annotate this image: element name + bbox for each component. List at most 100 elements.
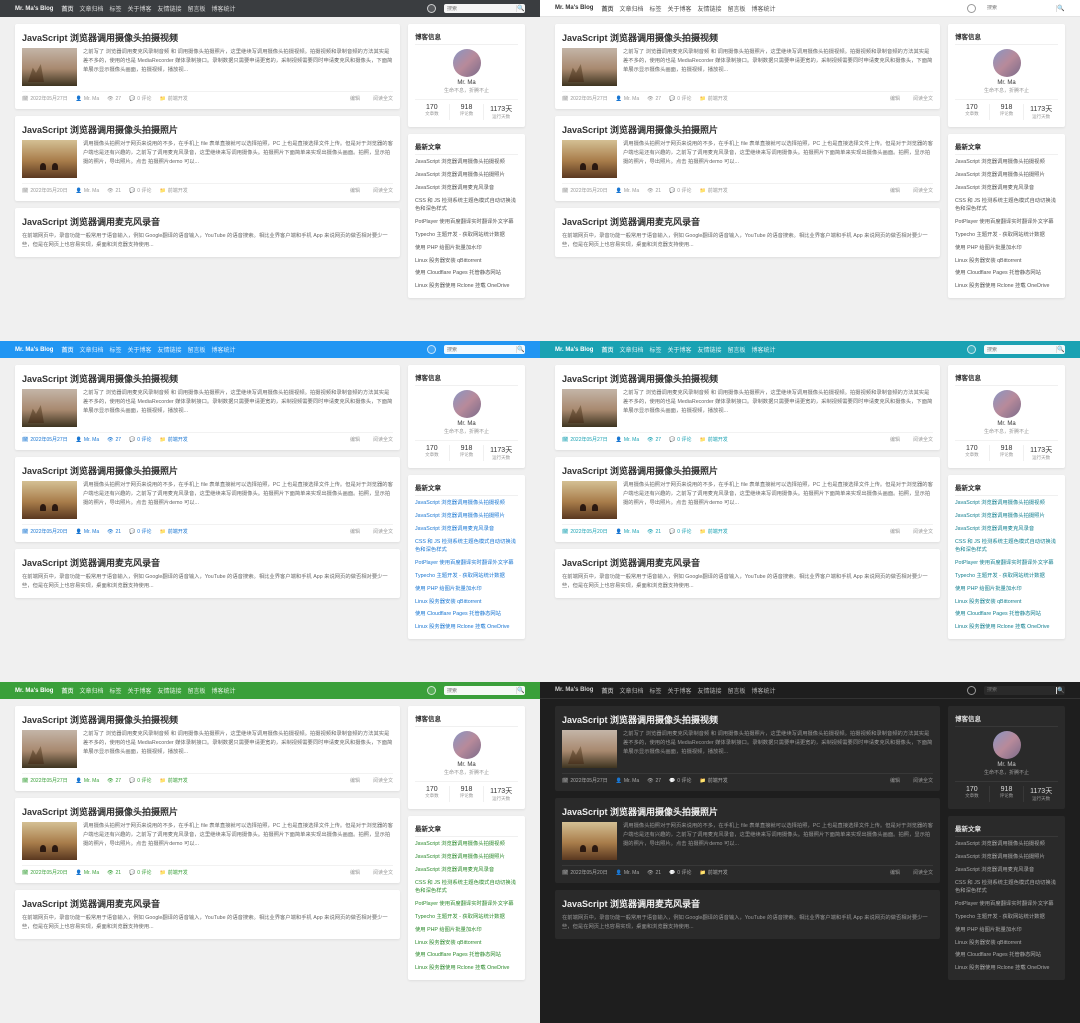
meta-item[interactable]: 🗓2022年05月27日 — [22, 436, 68, 443]
post-action[interactable]: 编辑 — [350, 95, 360, 102]
nav-item[interactable]: 首页 — [61, 686, 73, 695]
post-action[interactable]: 阅读全文 — [913, 777, 933, 784]
recent-post-link[interactable]: Linux 股务器使用 Rclone 挂载 OneDrive — [415, 283, 518, 291]
nav-item[interactable]: 友情链接 — [158, 4, 182, 13]
search-icon[interactable]: 🔍 — [516, 687, 525, 694]
meta-item[interactable]: 📁前端开发 — [699, 436, 727, 443]
post-title[interactable]: JavaScript 浏览器调用摄像头拍摄照片 — [22, 805, 393, 818]
post-title[interactable]: JavaScript 浏览器调用麦克风录音 — [22, 215, 393, 228]
meta-item[interactable]: 👁21 — [107, 870, 121, 876]
recent-post-link[interactable]: PotPlayer 使用百度翻译实时翻译外文字幕 — [415, 219, 518, 227]
search-input[interactable] — [444, 347, 516, 353]
post-title[interactable]: JavaScript 浏览器调用摄像头拍摄视频 — [562, 713, 933, 726]
meta-item[interactable]: 👁27 — [107, 96, 121, 102]
recent-post-link[interactable]: JavaScript 浏览器调用麦克风录音 — [415, 526, 518, 534]
post-thumbnail[interactable] — [22, 481, 77, 519]
post-action[interactable]: 阅读全文 — [373, 187, 393, 194]
nav-item[interactable]: 留言板 — [728, 686, 746, 695]
post-action[interactable]: 编辑 — [350, 187, 360, 194]
post-action[interactable]: 编辑 — [890, 869, 900, 876]
recent-post-link[interactable]: Linux 股务器安装 qBittorrent — [415, 940, 518, 948]
nav-item[interactable]: 文章归档 — [79, 4, 103, 13]
meta-item[interactable]: 💬0 评论 — [669, 528, 691, 535]
recent-post-link[interactable]: JavaScript 浏览器调用摄像头拍摄视频 — [955, 841, 1058, 849]
meta-item[interactable]: 💬0 评论 — [129, 436, 151, 443]
theme-toggle-icon[interactable] — [427, 4, 436, 13]
search-icon[interactable]: 🔍 — [516, 5, 525, 12]
avatar[interactable] — [993, 390, 1021, 418]
post-thumbnail[interactable] — [562, 48, 617, 86]
meta-item[interactable]: 👤Mr. Ma — [616, 529, 640, 535]
meta-item[interactable]: 📁前端开发 — [159, 95, 187, 102]
avatar[interactable] — [453, 49, 481, 77]
meta-item[interactable]: 👁27 — [647, 778, 661, 784]
recent-post-link[interactable]: JavaScript 浏览器调用麦克风录音 — [955, 185, 1058, 193]
post-action[interactable]: 阅读全文 — [373, 95, 393, 102]
recent-post-link[interactable]: PotPlayer 使用百度翻译实时翻译外文字幕 — [955, 219, 1058, 227]
recent-post-link[interactable]: JavaScript 浏览器调用麦克风录音 — [955, 526, 1058, 534]
meta-item[interactable]: 👁21 — [107, 529, 121, 535]
post-action[interactable]: 编辑 — [350, 528, 360, 535]
nav-item[interactable]: 友情链接 — [698, 686, 722, 695]
post-action[interactable]: 阅读全文 — [913, 869, 933, 876]
nav-item[interactable]: 博客统计 — [212, 686, 236, 695]
meta-item[interactable]: 👤Mr. Ma — [616, 188, 640, 194]
meta-item[interactable]: 🗓2022年05月20日 — [22, 528, 68, 535]
post-action[interactable]: 编辑 — [350, 869, 360, 876]
recent-post-link[interactable]: JavaScript 浏览器调用摄像头拍摄视频 — [415, 841, 518, 849]
post-action[interactable]: 编辑 — [890, 777, 900, 784]
recent-post-link[interactable]: JavaScript 浏览器调用摄像头拍摄照片 — [955, 513, 1058, 521]
search-box[interactable]: 🔍 — [444, 686, 525, 695]
meta-item[interactable]: 📁前端开发 — [159, 436, 187, 443]
site-brand[interactable]: Mr. Ma's Blog — [555, 687, 593, 693]
search-box[interactable]: 🔍 — [984, 4, 1065, 13]
meta-item[interactable]: 👤Mr. Ma — [76, 437, 100, 443]
recent-post-link[interactable]: Typecho 主题开发 - 获取网站统计数据 — [415, 914, 518, 922]
theme-toggle-icon[interactable] — [427, 345, 436, 354]
nav-item[interactable]: 博客统计 — [752, 345, 776, 354]
nav-item[interactable]: 留言板 — [728, 345, 746, 354]
meta-item[interactable]: 👤Mr. Ma — [76, 188, 100, 194]
recent-post-link[interactable]: PotPlayer 使用百度翻译实时翻译外文字幕 — [955, 901, 1058, 909]
meta-item[interactable]: 📁前端开发 — [699, 187, 727, 194]
meta-item[interactable]: 📁前端开发 — [699, 777, 727, 784]
recent-post-link[interactable]: JavaScript 浏览器调用麦克风录音 — [415, 185, 518, 193]
nav-item[interactable]: 标签 — [109, 4, 121, 13]
recent-post-link[interactable]: JavaScript 浏览器调用摄像头拍摄照片 — [415, 854, 518, 862]
search-icon[interactable]: 🔍 — [1056, 346, 1065, 353]
meta-item[interactable]: 👁27 — [107, 778, 121, 784]
meta-item[interactable]: 📁前端开发 — [159, 187, 187, 194]
recent-post-link[interactable]: JavaScript 浏览器调用麦克风录音 — [415, 867, 518, 875]
nav-item[interactable]: 博客统计 — [212, 345, 236, 354]
meta-item[interactable]: 🗓2022年05月20日 — [22, 187, 68, 194]
nav-item[interactable]: 标签 — [649, 345, 661, 354]
meta-item[interactable]: 👁27 — [107, 437, 121, 443]
meta-item[interactable]: 💬0 评论 — [669, 869, 691, 876]
post-action[interactable]: 阅读全文 — [373, 436, 393, 443]
search-box[interactable]: 🔍 — [444, 345, 525, 354]
meta-item[interactable]: 📁前端开发 — [159, 777, 187, 784]
site-brand[interactable]: Mr. Ma's Blog — [555, 5, 593, 11]
meta-item[interactable]: 🗓2022年05月27日 — [22, 777, 68, 784]
post-action[interactable]: 编辑 — [350, 777, 360, 784]
recent-post-link[interactable]: 使用 PHP 给图片批量加水印 — [955, 586, 1058, 594]
meta-item[interactable]: 🗓2022年05月27日 — [562, 777, 608, 784]
recent-post-link[interactable]: CSS 和 JS 检测系统主题色模式自动切换浅色和深色样式 — [955, 539, 1058, 555]
search-input[interactable] — [984, 347, 1056, 353]
meta-item[interactable]: 👤Mr. Ma — [76, 96, 100, 102]
theme-toggle-icon[interactable] — [967, 4, 976, 13]
post-thumbnail[interactable] — [562, 140, 617, 178]
nav-item[interactable]: 留言板 — [188, 4, 206, 13]
recent-post-link[interactable]: 使用 Cloudflare Pages 托管静态网站 — [955, 952, 1058, 960]
site-brand[interactable]: Mr. Ma's Blog — [15, 688, 53, 694]
recent-post-link[interactable]: CSS 和 JS 检测系统主题色模式自动切换浅色和深色样式 — [415, 539, 518, 555]
recent-post-link[interactable]: 使用 Cloudflare Pages 托管静态网站 — [415, 952, 518, 960]
search-box[interactable]: 🔍 — [984, 345, 1065, 354]
meta-item[interactable]: 🗓2022年05月27日 — [22, 95, 68, 102]
nav-item[interactable]: 留言板 — [188, 345, 206, 354]
recent-post-link[interactable]: 使用 PHP 给图片批量加水印 — [415, 586, 518, 594]
recent-post-link[interactable]: JavaScript 浏览器调用摄像头拍摄视频 — [955, 159, 1058, 167]
meta-item[interactable]: 👤Mr. Ma — [616, 778, 640, 784]
avatar[interactable] — [993, 731, 1021, 759]
nav-item[interactable]: 文章归档 — [619, 4, 643, 13]
